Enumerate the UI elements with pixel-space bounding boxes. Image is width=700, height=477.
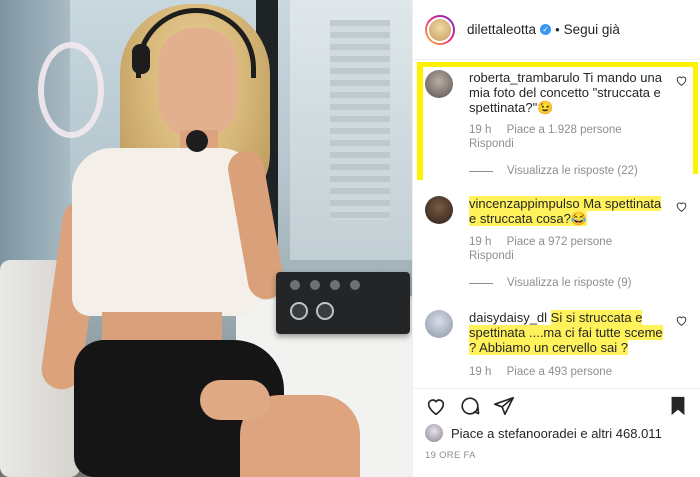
likes-summary[interactable]: Piace a stefanooradei e altri 468.011	[425, 424, 662, 442]
paper-plane-icon[interactable]	[493, 395, 515, 417]
reply-button[interactable]: Rispondi	[469, 250, 514, 262]
comment-meta: 19 h Piace a 972 persone	[469, 236, 624, 248]
highlight-mark	[423, 62, 695, 67]
comment-time: 19 h	[469, 236, 492, 248]
mixer-knob	[290, 280, 300, 290]
comment-meta: 19 h Piace a 493 persone	[469, 366, 624, 378]
view-replies-button[interactable]: Visualizza le risposte (22)	[469, 165, 638, 177]
separator-dot: •	[555, 22, 560, 37]
bookmark-icon[interactable]	[667, 395, 689, 417]
commenter-avatar[interactable]	[425, 196, 453, 224]
comment-text: daisydaisy_dl Si si struccata e spettina…	[469, 310, 669, 355]
mixer-dial	[290, 302, 308, 320]
commenter-username[interactable]: roberta_trambarulo	[469, 70, 580, 85]
commenter-username[interactable]: vincenzappimpulso	[469, 196, 580, 211]
mixer-knob	[350, 280, 360, 290]
post-actions	[413, 388, 700, 428]
heart-outline-icon[interactable]	[675, 314, 688, 327]
likes-summary-text: Piace a stefanooradei e altri 468.011	[451, 425, 662, 441]
heart-outline-icon[interactable]	[675, 200, 688, 213]
comment-icon[interactable]	[459, 395, 481, 417]
comments-panel: dilettaleotta ✓ • Segui già roberta_tram…	[412, 0, 700, 477]
liker-avatar	[425, 424, 443, 442]
heart-icon[interactable]	[425, 395, 447, 417]
mixer-dial	[316, 302, 334, 320]
owner-avatar[interactable]	[425, 14, 455, 45]
comment-likes[interactable]: Piace a 972 persone	[507, 236, 613, 248]
post-photo[interactable]	[0, 0, 412, 477]
view-replies-label: Visualizza le risposte (9)	[507, 277, 632, 289]
mixer-knob	[330, 280, 340, 290]
replies-divider	[469, 282, 493, 284]
verified-badge-icon: ✓	[540, 24, 552, 35]
comment-text: roberta_trambarulo Ti mando una mia foto…	[469, 70, 669, 115]
post-header: dilettaleotta ✓ • Segui già	[413, 0, 700, 60]
view-replies-label: Visualizza le risposte (22)	[507, 165, 638, 177]
owner-username[interactable]: dilettaleotta	[467, 22, 536, 37]
commenter-avatar[interactable]	[425, 310, 453, 338]
background-building	[330, 20, 390, 220]
commenter-avatar[interactable]	[425, 70, 453, 98]
highlight-mark	[417, 62, 423, 180]
comment-likes[interactable]: Piace a 493 persone	[507, 366, 613, 378]
headset-mic	[186, 130, 208, 152]
comment-time: 19 h	[469, 124, 492, 136]
heart-outline-icon[interactable]	[675, 74, 688, 87]
commenter-username[interactable]: daisydaisy_dl	[469, 310, 547, 325]
comment-meta: 19 h Piace a 1.928 persone	[469, 124, 634, 136]
person-hand	[200, 380, 270, 420]
comment-likes[interactable]: Piace a 1.928 persone	[507, 124, 622, 136]
comment-text: vincenzappimpulso Ma spettinata e strucc…	[469, 196, 669, 226]
reply-button[interactable]: Rispondi	[469, 138, 514, 150]
headset-earcup	[132, 44, 150, 74]
ring-light	[38, 42, 104, 138]
replies-divider	[469, 170, 493, 172]
follow-button[interactable]: Segui già	[564, 22, 620, 37]
audio-mixer	[276, 272, 410, 334]
mixer-knob	[310, 280, 320, 290]
highlight-mark	[693, 62, 698, 174]
comment-time: 19 h	[469, 366, 492, 378]
post-time[interactable]: 19 ORE FA	[425, 450, 476, 461]
view-replies-button[interactable]: Visualizza le risposte (9)	[469, 277, 631, 289]
